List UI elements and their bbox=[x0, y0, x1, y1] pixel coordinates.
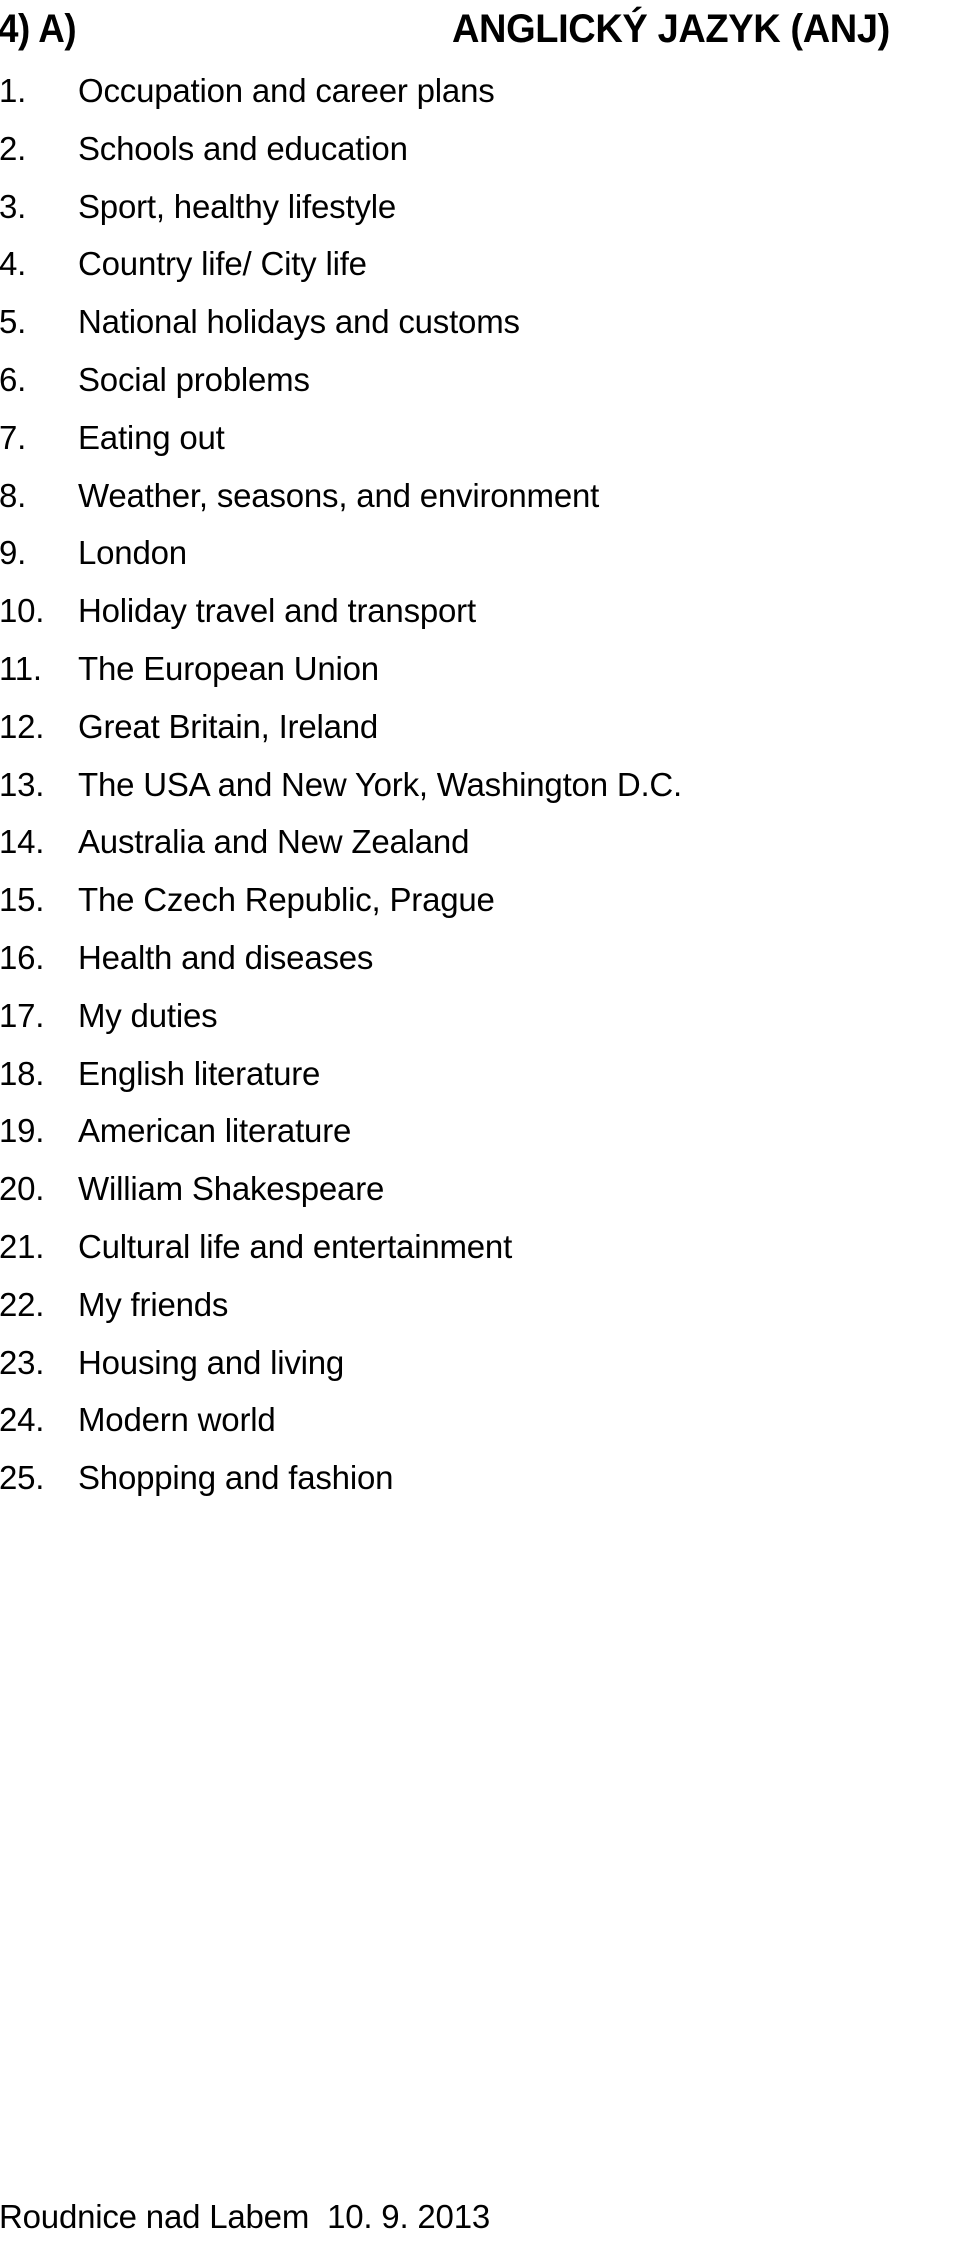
topic-item: 8. Weather, seasons, and environment bbox=[0, 471, 960, 529]
topic-item: 5. National holidays and customs bbox=[0, 297, 960, 355]
topic-number: 1. bbox=[0, 72, 27, 109]
topic-item: 2. Schools and education bbox=[0, 124, 960, 182]
topic-item: 11. The European Union bbox=[0, 644, 960, 702]
topic-number: 25. bbox=[0, 1459, 45, 1497]
topic-label: Housing and living bbox=[78, 1343, 345, 1381]
topic-label: Health and diseases bbox=[78, 938, 374, 976]
topic-label: English literature bbox=[78, 1054, 321, 1092]
topic-number: 2. bbox=[0, 129, 27, 167]
footer-place-and-date: Roudnice nad Labem 10. 9. 2013 bbox=[0, 2198, 491, 2235]
topic-label: Country life/ City life bbox=[78, 245, 367, 283]
topic-item: 7. Eating out bbox=[0, 413, 960, 471]
topic-label: Modern world bbox=[78, 1401, 276, 1439]
topic-label: National holidays and customs bbox=[78, 303, 520, 341]
topic-number: 7. bbox=[0, 418, 27, 456]
topic-label: The Czech Republic, Prague bbox=[78, 881, 495, 919]
section-code: 4) A) bbox=[0, 7, 77, 51]
topic-item: 14. Australia and New Zealand bbox=[0, 817, 960, 875]
topic-label: Cultural life and entertainment bbox=[78, 1227, 513, 1265]
topic-label: Holiday travel and transport bbox=[78, 592, 476, 630]
topic-item: 9. London bbox=[0, 528, 960, 586]
topic-number: 16. bbox=[0, 938, 45, 976]
topic-label: My duties bbox=[78, 996, 218, 1034]
topic-item: 25. Shopping and fashion bbox=[0, 1453, 960, 1511]
topic-number: 12. bbox=[0, 707, 45, 745]
topic-item: 24. Modern world bbox=[0, 1395, 960, 1453]
topic-number: 21. bbox=[0, 1227, 45, 1265]
topic-label: Sport, healthy lifestyle bbox=[78, 187, 397, 225]
topic-label: Australia and New Zealand bbox=[78, 823, 470, 861]
topic-number: 23. bbox=[0, 1343, 45, 1381]
topic-label: American literature bbox=[78, 1112, 352, 1150]
topic-label: Schools and education bbox=[78, 129, 408, 167]
topic-item: 3. Sport, healthy lifestyle bbox=[0, 182, 960, 240]
topic-label: My friends bbox=[78, 1285, 229, 1323]
topic-item: 18. English literature bbox=[0, 1049, 960, 1107]
topic-number: 22. bbox=[0, 1285, 45, 1323]
topic-number: 19. bbox=[0, 1112, 45, 1150]
topic-label: Social problems bbox=[78, 360, 310, 398]
topic-list: 1. Occupation and career plans 2. Schools a… bbox=[0, 66, 960, 1511]
topic-item: 4. Country life/ City life bbox=[0, 239, 960, 297]
topic-number: 3. bbox=[0, 187, 27, 225]
topic-number: 8. bbox=[0, 476, 27, 514]
topic-item: 17. My duties bbox=[0, 991, 960, 1049]
topic-number: 11. bbox=[0, 649, 42, 687]
topic-number: 5. bbox=[0, 303, 27, 341]
topic-item: 10. Holiday travel and transport bbox=[0, 586, 960, 644]
topic-item: 15. The Czech Republic, Prague bbox=[0, 875, 960, 933]
topic-number: 20. bbox=[0, 1170, 45, 1208]
topic-item: 23. Housing and living bbox=[0, 1338, 960, 1396]
topic-label: Weather, seasons, and environment bbox=[78, 476, 600, 514]
topic-number: 4. bbox=[0, 245, 27, 283]
topic-label: London bbox=[78, 534, 187, 572]
topic-label: Eating out bbox=[78, 418, 225, 456]
topic-number: 15. bbox=[0, 881, 45, 919]
topic-label: Great Britain, Ireland bbox=[78, 707, 379, 745]
topic-number: 10. bbox=[0, 592, 45, 630]
topic-item: 16. Health and diseases bbox=[0, 933, 960, 991]
topic-label: Shopping and fashion bbox=[78, 1459, 394, 1497]
topic-label: The European Union bbox=[78, 649, 379, 687]
topic-label: William Shakespeare bbox=[78, 1170, 385, 1208]
topic-label: Occupation and career plans bbox=[78, 72, 495, 109]
topic-item: 13. The USA and New York, Washington D.C. bbox=[0, 760, 960, 818]
topic-number: 18. bbox=[0, 1054, 45, 1092]
topic-number: 9. bbox=[0, 534, 27, 572]
topic-item: 12. Great Britain, Ireland bbox=[0, 702, 960, 760]
topic-item: 22. My friends bbox=[0, 1280, 960, 1338]
topic-label: The USA and New York, Washington D.C. bbox=[78, 765, 683, 803]
topic-item: 1. Occupation and career plans bbox=[0, 66, 960, 124]
topic-number: 17. bbox=[0, 996, 45, 1034]
document-header: 4) A) ANGLICKÝ JAZYK (ANJ) bbox=[0, 0, 960, 64]
topic-item: 21. Cultural life and entertainment bbox=[0, 1222, 960, 1280]
document-page: 4) A) ANGLICKÝ JAZYK (ANJ) 1. Occupation … bbox=[0, 0, 960, 2235]
topic-item: 20. William Shakespeare bbox=[0, 1164, 960, 1222]
topic-number: 14. bbox=[0, 823, 45, 861]
topic-item: 6. Social problems bbox=[0, 355, 960, 413]
topic-item: 19. American literature bbox=[0, 1106, 960, 1164]
subject-title: ANGLICKÝ JAZYK (ANJ) bbox=[452, 7, 890, 51]
topic-number: 24. bbox=[0, 1401, 45, 1439]
topic-number: 13. bbox=[0, 765, 45, 803]
topic-number: 6. bbox=[0, 360, 27, 398]
